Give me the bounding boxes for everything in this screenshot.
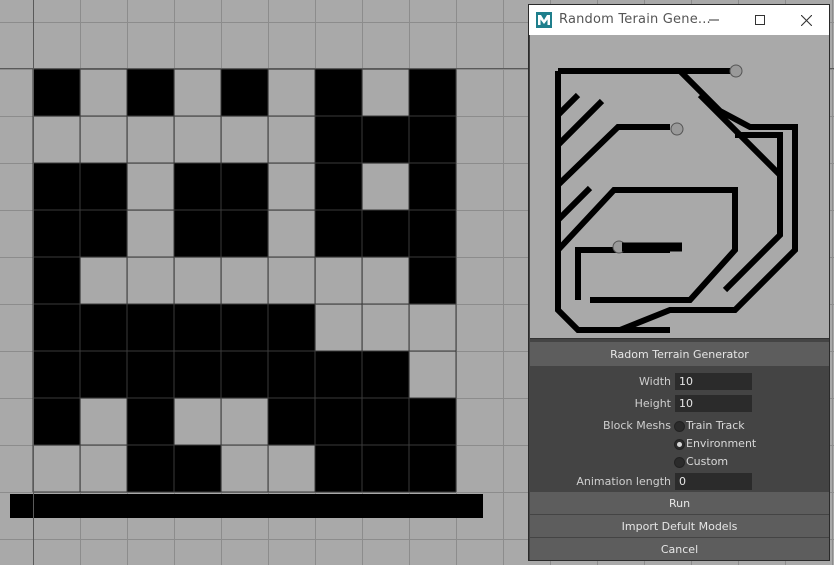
animation-length-label: Animation length [576,475,671,488]
terrain-block [174,445,221,492]
terrain-block [221,163,268,210]
terrain-block [33,304,80,351]
terrain-block [33,69,80,116]
window-title: Random Terain Gene... [559,12,711,27]
terrain-block [174,351,221,398]
terrain-block [409,257,456,304]
terrain-block [315,398,362,445]
width-field[interactable]: 10 [675,373,752,390]
terrain-block [268,351,315,398]
height-field[interactable]: 10 [675,395,752,412]
terrain-block [80,351,127,398]
viewport-axis-vertical [33,0,34,565]
terrain-block [80,163,127,210]
terrain-block [80,304,127,351]
terrain-block [409,69,456,116]
preview-image [530,35,829,339]
terrain-block [127,69,174,116]
terrain-block [315,445,362,492]
minimize-icon [709,19,719,21]
terrain-block [33,351,80,398]
maya-icon [536,12,552,28]
form-panel: Width 10 Height 10 Block Meshs Train Tra… [530,367,829,491]
terrain-generator-window: Random Terain Gene... Radom Terrain Gene… [528,4,830,561]
train-track-preview [555,64,798,333]
terrain-block [409,398,456,445]
animation-length-field[interactable]: 0 [675,473,752,490]
terrain-block [315,163,362,210]
terrain-block [315,210,362,257]
run-button[interactable]: Run [530,492,829,514]
terrain-base [10,494,483,518]
terrain-block [362,351,409,398]
terrain-grid [10,68,483,518]
title-bar[interactable]: Random Terain Gene... [529,5,829,35]
terrain-block [127,304,174,351]
terrain-block [268,398,315,445]
maximize-icon [755,15,765,25]
import-default-models-button[interactable]: Import Defult Models [530,515,829,537]
radio-label: Environment [686,437,757,450]
radio-dot-icon [674,457,685,468]
terrain-block [315,351,362,398]
terrain-block [221,304,268,351]
width-label: Width [639,375,671,388]
terrain-block [315,69,362,116]
maximize-button[interactable] [737,5,783,35]
terrain-block [409,210,456,257]
terrain-block [268,304,315,351]
terrain-block [409,445,456,492]
height-label: Height [634,397,671,410]
terrain-block [33,163,80,210]
terrain-block [127,445,174,492]
minimize-button[interactable] [691,5,737,35]
terrain-block [362,445,409,492]
terrain-block [174,304,221,351]
close-button[interactable] [783,5,829,35]
track-node [670,122,684,136]
terrain-block [33,398,80,445]
section-header[interactable]: Radom Terrain Generator [530,342,829,366]
terrain-block [362,116,409,163]
terrain-block [315,116,362,163]
close-icon [800,14,812,26]
terrain-block [409,116,456,163]
terrain-block [80,210,127,257]
terrain-block [362,398,409,445]
cancel-button[interactable]: Cancel [530,538,829,560]
terrain-block [221,69,268,116]
terrain-block [221,210,268,257]
terrain-block [362,210,409,257]
block-meshes-label: Block Meshs [603,419,671,432]
terrain-block [33,257,80,304]
radio-label: Custom [686,455,729,468]
terrain-block [174,163,221,210]
terrain-block [33,210,80,257]
terrain-block [174,210,221,257]
terrain-block [409,163,456,210]
terrain-block [221,351,268,398]
radio-dot-icon [674,421,685,432]
terrain-block [127,351,174,398]
track-node [729,64,743,78]
terrain-block [127,398,174,445]
radio-label: Train Track [686,419,745,432]
radio-dot-selected-icon [674,439,685,450]
